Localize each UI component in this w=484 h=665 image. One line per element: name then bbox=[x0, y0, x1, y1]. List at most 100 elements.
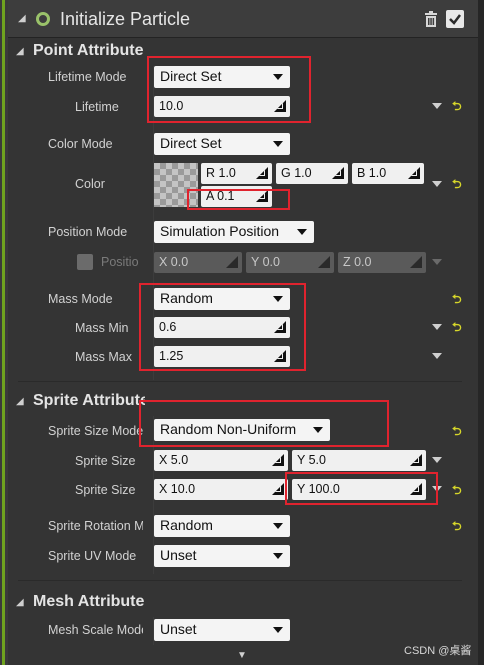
color-b-value: B 1.0 bbox=[357, 166, 387, 180]
position-mode-dropdown[interactable]: Simulation Position bbox=[154, 221, 314, 243]
position-override-checkbox[interactable] bbox=[77, 254, 93, 270]
drag-handle-icon[interactable] bbox=[226, 256, 238, 268]
color-a-field[interactable]: A 0.1 bbox=[201, 186, 272, 207]
drag-handle-icon[interactable] bbox=[410, 454, 422, 466]
chevron-down-icon bbox=[313, 427, 323, 433]
reset-to-default-icon[interactable]: ⮌ bbox=[452, 318, 462, 339]
drag-handle-icon[interactable] bbox=[272, 454, 284, 466]
section-point-attributes[interactable]: ◢ Point Attribute bbox=[8, 38, 478, 66]
color-label: Color bbox=[75, 177, 105, 191]
section-sprite-attributes[interactable]: ◢ Sprite Attribute bbox=[8, 388, 478, 416]
color-r-field[interactable]: R 1.0 bbox=[201, 163, 272, 184]
mesh-scale-mode-dropdown[interactable]: Unset bbox=[154, 619, 290, 641]
sprite-uv-mode-dropdown[interactable]: Unset bbox=[154, 545, 290, 567]
drag-handle-icon[interactable] bbox=[410, 483, 422, 495]
collapse-triangle-icon[interactable]: ◢ bbox=[16, 597, 24, 608]
color-g-field[interactable]: G 1.0 bbox=[276, 163, 348, 184]
drag-handle-icon[interactable] bbox=[332, 167, 344, 179]
sprite-uv-mode-value: Unset bbox=[160, 547, 197, 563]
mass-min-label: Mass Min bbox=[75, 321, 129, 335]
position-x-field[interactable]: X 0.0 bbox=[154, 252, 242, 273]
sprite-size-max-x-value: X 10.0 bbox=[159, 482, 196, 496]
module-status-icon bbox=[36, 12, 50, 26]
drag-handle-icon[interactable] bbox=[318, 256, 330, 268]
lifetime-value: 10.0 bbox=[159, 99, 184, 113]
expand-more-icon[interactable]: ▼ bbox=[237, 650, 247, 661]
color-b-field[interactable]: B 1.0 bbox=[352, 163, 424, 184]
enable-checkbox[interactable] bbox=[446, 10, 464, 28]
chevron-down-icon bbox=[273, 74, 283, 80]
chevron-down-icon bbox=[273, 553, 283, 559]
reset-to-default-icon[interactable]: ⮌ bbox=[452, 290, 462, 311]
collapse-triangle-icon[interactable]: ◢ bbox=[16, 46, 24, 57]
sprite-size-max-x-field[interactable]: X 10.0 bbox=[154, 479, 288, 500]
mesh-scale-mode-label: Mesh Scale Mode bbox=[48, 623, 143, 637]
sprite-rotation-mode-label: Sprite Rotation Mode bbox=[48, 519, 143, 533]
collapse-triangle-icon[interactable]: ◢ bbox=[16, 396, 24, 407]
reset-to-default-icon[interactable]: ⮌ bbox=[452, 481, 462, 502]
drag-handle-icon[interactable] bbox=[272, 483, 284, 495]
lifetime-field[interactable]: 10.0 bbox=[154, 96, 290, 117]
chevron-down-icon bbox=[273, 296, 283, 302]
reset-to-default-icon[interactable]: ⮌ bbox=[452, 422, 462, 443]
position-x-value: X 0.0 bbox=[159, 255, 189, 269]
trash-icon[interactable] bbox=[424, 11, 438, 27]
module-header[interactable]: ◢ Initialize Particle bbox=[8, 0, 478, 38]
sprite-size-min-x-value: X 5.0 bbox=[159, 453, 189, 467]
drag-handle-icon[interactable] bbox=[256, 167, 268, 179]
lifetime-mode-label: Lifetime Mode bbox=[48, 70, 127, 84]
mass-mode-dropdown[interactable]: Random bbox=[154, 288, 290, 310]
reset-to-default-icon[interactable]: ⮌ bbox=[452, 175, 462, 196]
section-title: Mesh Attribute bbox=[33, 593, 145, 610]
drag-handle-icon[interactable] bbox=[410, 256, 422, 268]
position-y-value: Y 0.0 bbox=[251, 255, 280, 269]
color-mode-dropdown[interactable]: Direct Set bbox=[154, 133, 290, 155]
lifetime-label: Lifetime bbox=[75, 100, 119, 114]
sprite-size-max-y-field[interactable]: Y 100.0 bbox=[292, 479, 426, 500]
chevron-down-icon bbox=[273, 141, 283, 147]
position-z-field[interactable]: Z 0.0 bbox=[338, 252, 426, 273]
color-mode-label: Color Mode bbox=[48, 137, 113, 151]
chevron-down-icon bbox=[297, 229, 307, 235]
sprite-size-min-y-field[interactable]: Y 5.0 bbox=[292, 450, 426, 471]
color-swatch[interactable] bbox=[154, 163, 198, 207]
reset-to-default-icon[interactable]: ⮌ bbox=[452, 517, 462, 538]
drag-handle-icon[interactable] bbox=[274, 321, 286, 333]
mass-max-field[interactable]: 1.25 bbox=[154, 346, 290, 367]
drag-handle-icon[interactable] bbox=[256, 190, 268, 202]
expand-arrow-icon[interactable] bbox=[432, 353, 442, 359]
mesh-scale-mode-value: Unset bbox=[160, 621, 197, 637]
sprite-size-mode-value: Random Non-Uniform bbox=[160, 421, 297, 437]
chevron-down-icon bbox=[273, 523, 283, 529]
expand-arrow-icon[interactable] bbox=[432, 181, 442, 187]
drag-handle-icon[interactable] bbox=[408, 167, 420, 179]
sprite-rotation-mode-value: Random bbox=[160, 517, 213, 533]
expand-arrow-icon[interactable] bbox=[432, 324, 442, 330]
mass-max-label: Mass Max bbox=[75, 350, 132, 364]
sprite-size-max-label: Sprite Size bbox=[75, 483, 136, 497]
position-y-field[interactable]: Y 0.0 bbox=[246, 252, 334, 273]
sprite-size-mode-dropdown[interactable]: Random Non-Uniform bbox=[154, 419, 330, 441]
color-g-value: G 1.0 bbox=[281, 166, 312, 180]
collapse-triangle-icon[interactable]: ◢ bbox=[18, 13, 26, 24]
sprite-size-min-x-field[interactable]: X 5.0 bbox=[154, 450, 288, 471]
left-accent-bar bbox=[0, 0, 8, 665]
section-mesh-attributes[interactable]: ◢ Mesh Attribute bbox=[8, 589, 478, 617]
scrollbar-track[interactable] bbox=[478, 0, 484, 665]
mass-min-field[interactable]: 0.6 bbox=[154, 317, 290, 338]
expand-arrow-icon[interactable] bbox=[432, 486, 442, 492]
position-mode-value: Simulation Position bbox=[160, 223, 280, 239]
sprite-size-mode-label: Sprite Size Mode bbox=[48, 424, 143, 438]
drag-handle-icon[interactable] bbox=[274, 350, 286, 362]
expand-arrow-icon[interactable] bbox=[432, 457, 442, 463]
reset-to-default-icon[interactable]: ⮌ bbox=[452, 97, 462, 118]
color-a-value: A 0.1 bbox=[206, 189, 235, 203]
lifetime-mode-dropdown[interactable]: Direct Set bbox=[154, 66, 290, 88]
drag-handle-icon[interactable] bbox=[274, 100, 286, 112]
details-panel: ◢ Initialize Particle ◢ Point Attribute … bbox=[8, 0, 478, 665]
expand-arrow-icon[interactable] bbox=[432, 103, 442, 109]
section-title: Point Attribute bbox=[33, 42, 144, 59]
mass-max-value: 1.25 bbox=[159, 349, 184, 363]
expand-arrow-icon bbox=[432, 259, 442, 265]
sprite-rotation-mode-dropdown[interactable]: Random bbox=[154, 515, 290, 537]
